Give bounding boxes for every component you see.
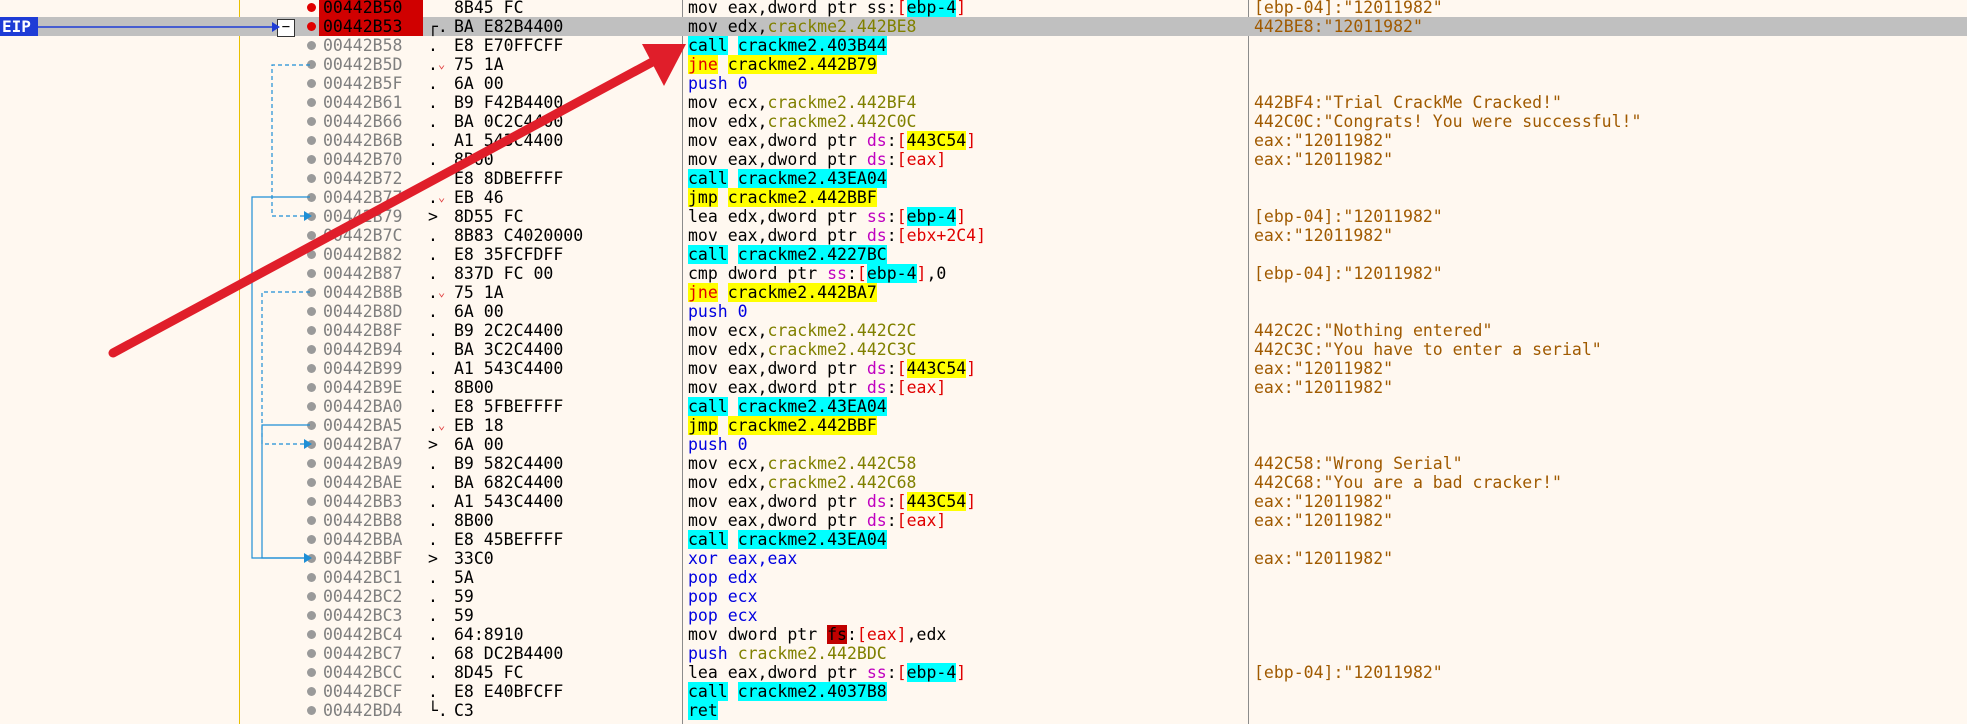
jump-arrowheads xyxy=(304,211,312,563)
arrow-icon xyxy=(304,553,312,563)
arrow-icon xyxy=(304,439,312,449)
jump-line-jne xyxy=(261,291,310,445)
arrow-icon xyxy=(304,211,312,221)
disassembly-view[interactable]: 00442B50 8B45 FC mov eax,dword ptr ss:[ebp… xyxy=(0,0,1967,724)
jump-lines xyxy=(251,64,310,559)
jump-line-jmp xyxy=(261,424,310,559)
eip-arrow-icon xyxy=(272,22,280,32)
annotation-overlay xyxy=(37,22,686,563)
annotation-arrow-line xyxy=(108,55,661,358)
jump-line-jne xyxy=(271,64,310,217)
